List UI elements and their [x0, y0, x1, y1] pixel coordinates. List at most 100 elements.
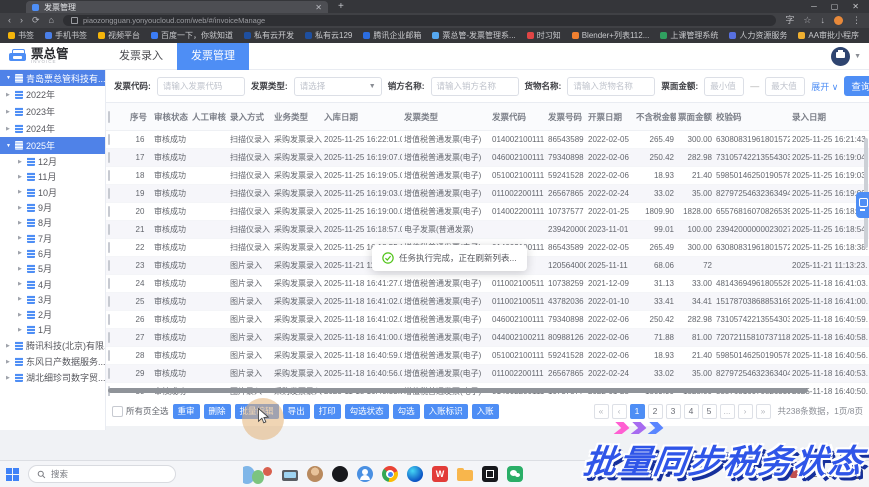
bookmark-item[interactable]: 腾讯企业邮箱: [363, 30, 421, 41]
sidebar-year-2023年[interactable]: ▶2023年: [0, 103, 105, 120]
account-app-icon[interactable]: [357, 466, 373, 482]
sidebar-month-10月[interactable]: ▶10月: [0, 185, 105, 200]
system-app-icon[interactable]: [282, 470, 298, 481]
start-button[interactable]: [6, 468, 19, 481]
row-checkbox-cell[interactable]: [106, 311, 128, 329]
row-checkbox[interactable]: [108, 350, 110, 361]
tree-caret-icon[interactable]: ▶: [18, 205, 24, 211]
app-tab-发票管理[interactable]: 发票管理: [177, 43, 249, 70]
page-ellipsis[interactable]: ...: [720, 404, 735, 419]
bookmark-item[interactable]: 时习知: [527, 30, 561, 41]
bookmark-item[interactable]: 私有云开发: [244, 30, 294, 41]
row-checkbox[interactable]: [108, 224, 110, 235]
page-number-3[interactable]: 3: [666, 404, 681, 419]
row-checkbox-cell[interactable]: [106, 257, 128, 275]
app-tab-发票录入[interactable]: 发票录入: [105, 43, 177, 70]
tree-caret-icon[interactable]: ▶: [6, 343, 12, 349]
select-all-rows-checkbox[interactable]: [108, 111, 110, 123]
home-icon[interactable]: ⌂: [49, 13, 54, 28]
table-row[interactable]: 20审核成功扫描仪录入采购发票录入2025-11-25 16:19:00.0增值…: [106, 203, 869, 221]
sidebar-month-1月[interactable]: ▶1月: [0, 322, 105, 337]
row-checkbox-cell[interactable]: [106, 329, 128, 347]
floating-assistant-button[interactable]: [856, 192, 869, 218]
page-number-1[interactable]: 1: [630, 404, 645, 419]
sidebar-month-7月[interactable]: ▶7月: [0, 230, 105, 245]
new-tab-button[interactable]: +: [338, 1, 344, 13]
row-checkbox[interactable]: [108, 206, 110, 217]
tree-caret-icon[interactable]: ▶: [18, 296, 24, 302]
table-row[interactable]: 28审核成功图片录入采购发票录入2025-11-18 16:40:59.0增值税…: [106, 347, 869, 365]
bookmark-item[interactable]: 百度一下，你就知道: [151, 30, 233, 41]
browser-tab[interactable]: 发票管理 ✕: [26, 1, 328, 13]
sidebar-month-5月[interactable]: ▶5月: [0, 261, 105, 276]
bookmark-star-icon[interactable]: ☆: [803, 13, 811, 28]
sidebar-month-4月[interactable]: ▶4月: [0, 276, 105, 291]
refresh-icon[interactable]: ⟳: [32, 13, 40, 28]
row-checkbox[interactable]: [108, 134, 110, 145]
browser-profile-avatar[interactable]: [834, 16, 843, 25]
chrome-icon[interactable]: [382, 466, 398, 482]
dark-app-icon[interactable]: [332, 466, 348, 482]
table-row[interactable]: 16审核成功扫描仪录入采购发票录入2025-11-25 16:22:01.0增值…: [106, 131, 869, 149]
contacts-avatar-icon[interactable]: [307, 466, 323, 482]
row-checkbox-cell[interactable]: [106, 239, 128, 257]
table-row[interactable]: 24审核成功图片录入采购发票录入2025-11-18 16:41:27.0增值税…: [106, 275, 869, 293]
sidebar-month-3月[interactable]: ▶3月: [0, 292, 105, 307]
maximize-icon[interactable]: ▢: [831, 2, 839, 11]
seller-name-input[interactable]: 请输入销方名称: [431, 77, 519, 96]
expand-filters-link[interactable]: 展开 ∨: [811, 80, 838, 93]
tree-caret-icon[interactable]: ▶: [6, 92, 12, 98]
bookmark-item[interactable]: 票总管-发票管理系...: [432, 30, 515, 41]
row-checkbox[interactable]: [108, 332, 110, 343]
tree-caret-icon[interactable]: ▶: [18, 159, 24, 165]
sidebar-year-2024年[interactable]: ▶2024年: [0, 120, 105, 137]
select-all-pages[interactable]: 所有页全选: [112, 405, 169, 417]
bookmark-item[interactable]: 私有云129: [305, 30, 352, 41]
table-row[interactable]: 25审核成功图片录入采购发票录入2025-11-18 16:41:02.0增值税…: [106, 293, 869, 311]
row-checkbox-cell[interactable]: [106, 185, 128, 203]
tree-caret-icon[interactable]: ▶: [18, 312, 24, 318]
sidebar-month-6月[interactable]: ▶6月: [0, 246, 105, 261]
footer-button-入账[interactable]: 入账: [472, 404, 499, 419]
row-checkbox[interactable]: [108, 314, 110, 325]
page-number-5[interactable]: 5: [702, 404, 717, 419]
footer-button-勾选状态[interactable]: 勾选状态: [345, 404, 389, 419]
tab-close-icon[interactable]: ✕: [315, 3, 322, 12]
bookmark-item[interactable]: 手机书签: [45, 30, 87, 41]
row-checkbox[interactable]: [108, 152, 110, 163]
row-checkbox-cell[interactable]: [106, 167, 128, 185]
table-row[interactable]: 26审核成功图片录入采购发票录入2025-11-18 16:41:02.0增值税…: [106, 311, 869, 329]
tree-caret-icon[interactable]: ▶: [6, 109, 12, 115]
row-checkbox[interactable]: [108, 170, 110, 181]
user-menu[interactable]: ▼: [831, 47, 861, 66]
amount-max-input[interactable]: 最大值: [765, 77, 805, 96]
tree-caret-icon[interactable]: ▶: [18, 281, 24, 287]
row-checkbox-cell[interactable]: [106, 149, 128, 167]
address-bar[interactable]: piaozongguan.yonyoucloud.com/web/#/invoi…: [63, 15, 776, 26]
invoice-type-select[interactable]: 请选择▼: [294, 77, 382, 96]
menu-dots-icon[interactable]: ⋮: [852, 13, 861, 28]
tree-caret-icon[interactable]: ▼: [6, 143, 12, 149]
footer-button-勾选[interactable]: 勾选: [393, 404, 420, 419]
table-row[interactable]: 21审核成功扫描仪录入采购发票录入2025-11-25 16:18:57.0电子…: [106, 221, 869, 239]
footer-button-打印[interactable]: 打印: [314, 404, 341, 419]
edge-icon[interactable]: [407, 466, 423, 482]
select-all-checkbox[interactable]: [112, 406, 123, 417]
tree-caret-icon[interactable]: ▶: [18, 174, 24, 180]
horizontal-scrollbar[interactable]: [108, 388, 808, 393]
taskbar-search[interactable]: 搜索: [28, 465, 176, 483]
table-row[interactable]: 19审核成功扫描仪录入采购发票录入2025-11-25 16:19:03.0增值…: [106, 185, 869, 203]
table-row[interactable]: 29审核成功图片录入采购发票录入2025-11-18 16:40:56.0增值税…: [106, 365, 869, 383]
row-checkbox[interactable]: [108, 368, 110, 379]
table-row[interactable]: 17审核成功扫描仪录入采购发票录入2025-11-25 16:19:07.0增值…: [106, 149, 869, 167]
wechat-icon[interactable]: [507, 466, 523, 482]
row-checkbox-cell[interactable]: [106, 221, 128, 239]
row-checkbox-cell[interactable]: [106, 275, 128, 293]
translate-icon[interactable]: 字: [785, 13, 794, 28]
sidebar-month-8月[interactable]: ▶8月: [0, 215, 105, 230]
sidebar-company-item[interactable]: ▶湖北细珍司数字贸...: [0, 370, 105, 386]
weather-widget[interactable]: [243, 464, 273, 485]
footer-button-删除[interactable]: 删除: [204, 404, 231, 419]
page-first-button[interactable]: «: [594, 404, 609, 419]
row-checkbox[interactable]: [108, 242, 110, 253]
